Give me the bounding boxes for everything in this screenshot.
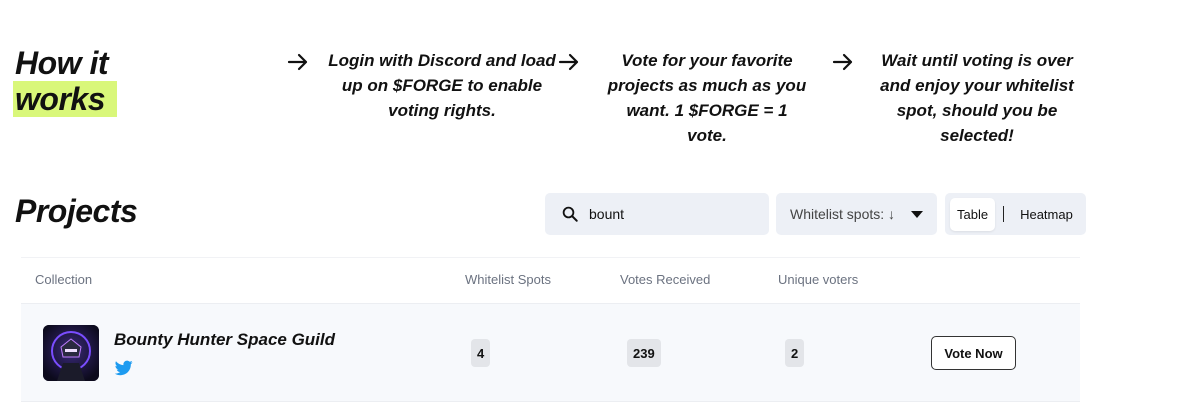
table-header: Collection Whitelist Spots Votes Receive… (21, 257, 1080, 303)
search-icon (562, 206, 578, 222)
column-header-whitelist-spots[interactable]: Whitelist Spots (465, 272, 551, 287)
sort-label: Whitelist spots: ↓ (790, 206, 896, 222)
how-it-works-title: How it works (13, 45, 117, 117)
arrow-right-icon (558, 53, 579, 71)
view-toggle-divider (1003, 206, 1005, 222)
projects-title: Projects (15, 193, 138, 229)
project-avatar-image (43, 325, 99, 381)
view-option-table[interactable]: Table (950, 197, 996, 231)
column-header-votes-received[interactable]: Votes Received (620, 272, 710, 287)
step-3-text: Wait until voting is over and enjoy your… (880, 51, 1074, 145)
arrow-right-icon (832, 53, 853, 71)
step-2-text: Vote for your favorite projects as much … (607, 51, 807, 145)
search-input[interactable] (589, 206, 759, 222)
how-it-works-title-line1: How it (15, 45, 108, 81)
project-avatar[interactable] (43, 325, 99, 381)
vote-now-button[interactable]: Vote Now (931, 336, 1016, 370)
project-name[interactable]: Bounty Hunter Space Guild (114, 330, 335, 350)
unique-voters-value: 2 (785, 339, 805, 367)
step-3: Wait until voting is over and enjoy your… (831, 48, 1089, 148)
step-1-text: Login with Discord and load up on $FORGE… (328, 51, 556, 120)
caret-down-icon (911, 210, 924, 218)
search-box[interactable] (545, 193, 769, 235)
column-header-unique-voters[interactable]: Unique voters (778, 272, 858, 287)
votes-received-value: 239 (627, 339, 661, 367)
column-header-collection[interactable]: Collection (35, 272, 92, 287)
how-it-works-title-highlight: works (13, 81, 117, 117)
whitelist-spots-value: 4 (471, 339, 491, 367)
view-toggle: Table Heatmap (945, 193, 1086, 235)
arrow-right-icon (287, 53, 308, 71)
twitter-icon[interactable] (115, 360, 133, 376)
step-1: Login with Discord and load up on $FORGE… (286, 48, 560, 123)
step-2: Vote for your favorite projects as much … (557, 48, 807, 148)
view-option-heatmap[interactable]: Heatmap (1013, 198, 1080, 231)
sort-dropdown[interactable]: Whitelist spots: ↓ (776, 193, 937, 235)
table-row[interactable]: Bounty Hunter Space Guild 4 239 2 Vote N… (21, 303, 1080, 402)
